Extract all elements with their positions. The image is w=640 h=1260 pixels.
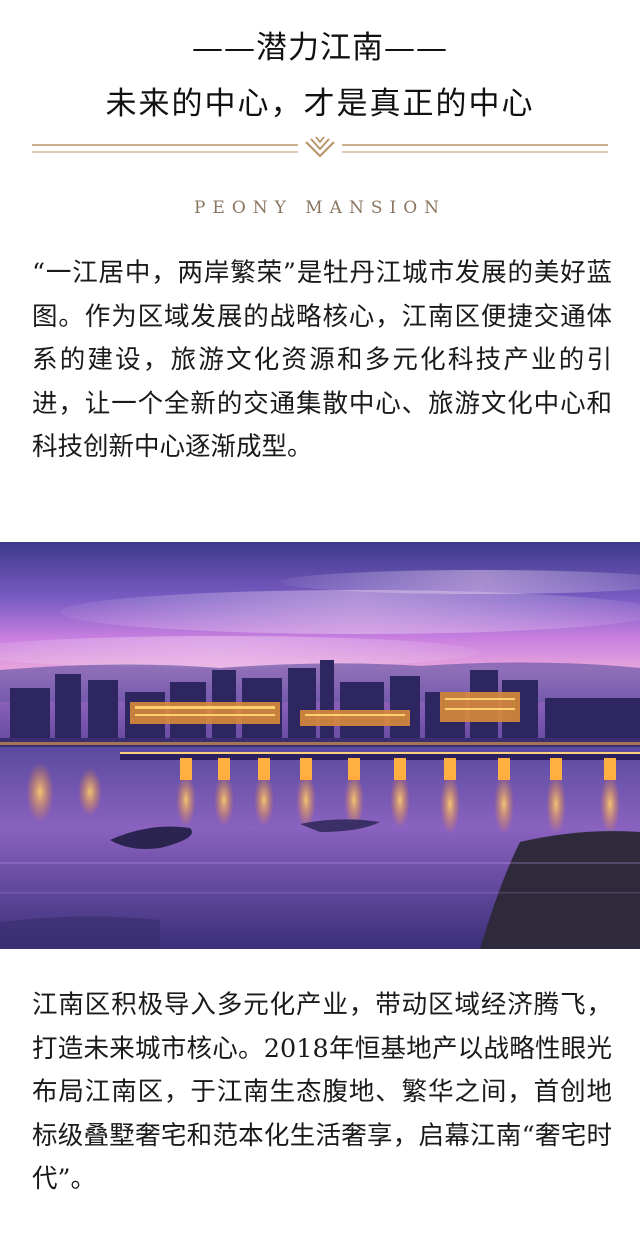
ornament-divider: [32, 136, 608, 158]
intro-paragraph: “一江居中，两岸繁荣”是牡丹江城市发展的美好蓝图。作为区域发展的战略核心，江南区…: [32, 258, 612, 462]
page-subtitle: 未来的中心，才是真正的中心: [105, 86, 535, 122]
industry-paragraph: 江南区积极导入多元化产业，带动区域经济腾飞，打造未来城市核心。2018年恒基地产…: [32, 990, 612, 1194]
header: ——潜力江南—— 未来的中心，才是真正的中心 PEONY MANSION: [0, 0, 640, 230]
brand-name: PEONY MANSION: [193, 198, 447, 218]
page-title: ——潜力江南——: [192, 30, 448, 66]
city-night-photo: [0, 542, 640, 949]
city-night-illustration: [0, 542, 640, 949]
peony-logo-icon: [305, 136, 335, 158]
